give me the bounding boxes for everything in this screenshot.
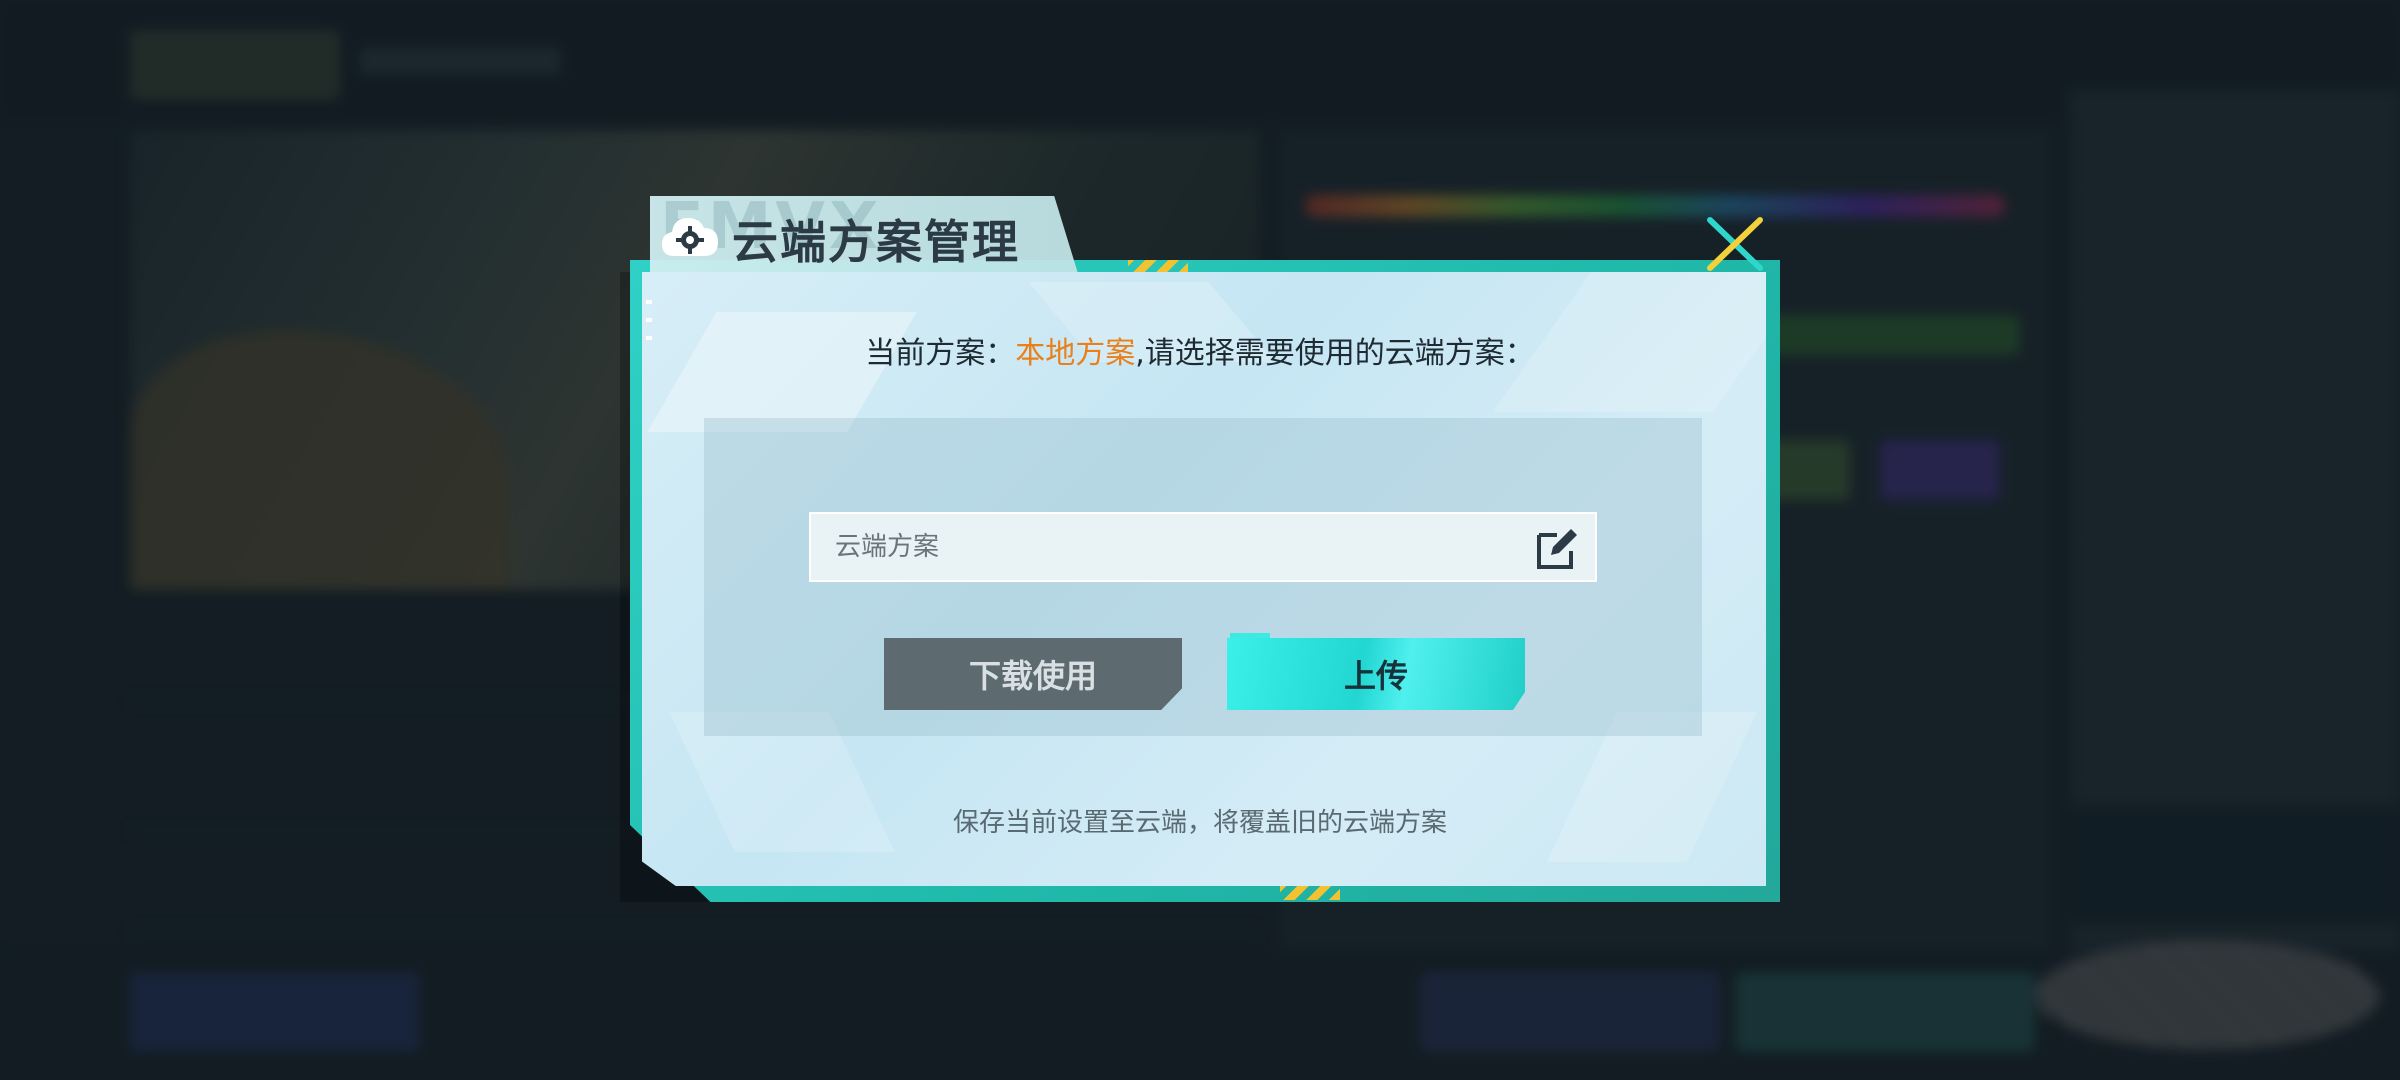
cloud-plan-input[interactable] (833, 531, 1537, 563)
dialog-title: 云端方案管理 (732, 215, 1020, 269)
current-plan-label: 当前方案： (865, 336, 1016, 371)
cloud-gear-icon (660, 212, 720, 262)
close-icon (1707, 217, 1763, 271)
upload-button[interactable]: 上传 (1227, 638, 1525, 710)
cloud-plan-field[interactable] (809, 512, 1597, 582)
edit-icon[interactable] (1535, 525, 1581, 571)
cloud-plan-dialog: FMVX 云端方案管理 当前方案：本地方案,请选择需要使用的云端方案： 云端方案… (620, 190, 1780, 910)
hazard-stripes (1280, 886, 1340, 900)
close-button[interactable] (1704, 216, 1766, 272)
current-plan-instruction: ,请选择需要使用的云端方案： (1135, 336, 1535, 371)
current-plan-line: 当前方案：本地方案,请选择需要使用的云端方案： (620, 328, 1780, 372)
current-plan-value: 本地方案 (1015, 336, 1136, 371)
hazard-stripes (1128, 260, 1188, 274)
upload-hint: 保存当前设置至云端，将覆盖旧的云端方案 (952, 808, 1447, 838)
download-use-button[interactable]: 下载使用 (884, 638, 1182, 710)
